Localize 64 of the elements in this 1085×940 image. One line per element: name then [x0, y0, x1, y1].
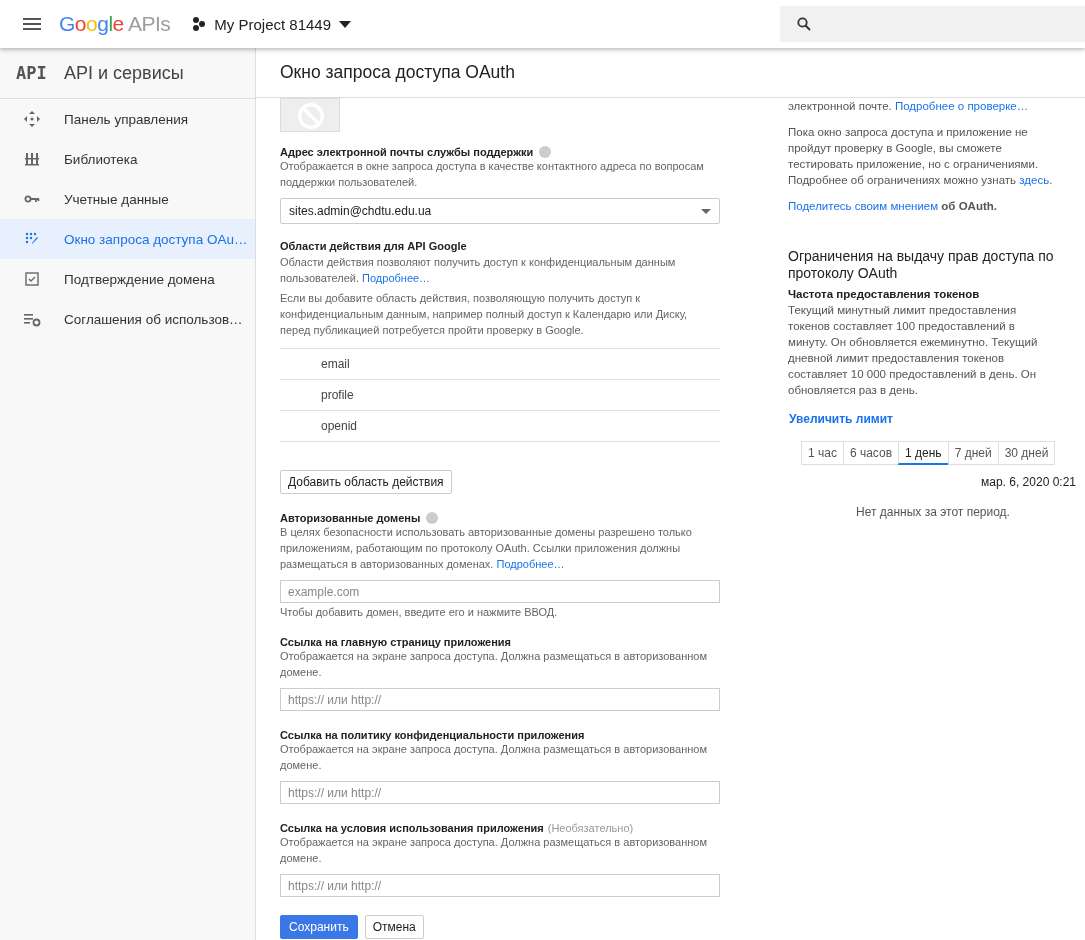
time-range-tab[interactable]: 7 дней: [947, 441, 999, 465]
field-hint: Чтобы добавить домен, введите его и нажмите ВВОД.: [280, 606, 559, 618]
caret-icon: [339, 20, 352, 28]
field-label: Области действия для API Google: [280, 240, 467, 252]
checkbox-icon: [23, 270, 41, 288]
scope-note: Если вы добавите область действия, позволяющую получить доступ к конфиденциальным данным, например полный доступ к Календарю или Диску, перед публикацией потребуется пройти проверку в Google.: [280, 291, 689, 338]
subsection-heading: Частота предоставления токенов: [788, 288, 981, 300]
field-description: Отображается на экране запроса доступа. Должна размещаться в авторизованном домене.: [280, 835, 708, 866]
domain-input-field[interactable]: example.com: [280, 580, 720, 603]
project-selector[interactable]: My Project 81449: [192, 15, 352, 33]
field-description: Отображается в окне запроса доступа в качестве контактного адреса по вопросам поддержки пользователей.: [280, 159, 705, 190]
url-input-field[interactable]: https:// или http://: [280, 874, 720, 897]
scope-name: email: [321, 357, 350, 371]
diamond-dots-icon: [23, 110, 41, 128]
sidebar-item[interactable]: Библиотека: [0, 139, 255, 179]
section-title: API и сервисы: [64, 62, 184, 84]
field-label: Ссылка на условия использования приложения: [280, 822, 544, 834]
increase-limit-link[interactable]: Увеличить лимит: [789, 412, 893, 426]
field-label: Ссылка на главную страницу приложения: [280, 636, 511, 648]
search-icon: [797, 17, 811, 31]
field-label: Адрес электронной почты службы поддержки: [280, 146, 534, 158]
section-heading: Ограничения на выдачу прав доступа по протоколу OAuth: [788, 248, 1055, 282]
field-description: Отображается на экране запроса доступа. Должна размещаться в авторизованном домене.: [280, 649, 708, 680]
optional-note: (Необязательно): [547, 822, 634, 834]
field-label: Авторизованные домены: [280, 512, 421, 524]
time-range-tab[interactable]: 6 часов: [842, 441, 900, 465]
sidebar-item[interactable]: Окно запроса доступа OAu…: [0, 219, 255, 259]
feedback-text: Поделитесь своим мнением об OAuth.: [788, 199, 998, 214]
field-description: В целях безопасности использовать авторизованные домены разрешено только приложениям, работающим по протоколу OAuth. Ссылки приложения должны размещаться в авторизованных доменах. Подробнее…: [280, 525, 693, 572]
field-description: Области действия позволяют получить доступ к конфиденциальным данным пользователей. Подробнее…: [280, 255, 677, 286]
learn-more-link[interactable]: Подробнее…: [362, 272, 431, 284]
timestamp: мар. 6, 2020 0:21: [981, 475, 1076, 489]
project-icon: [192, 17, 207, 31]
menu-icon[interactable]: [23, 18, 41, 30]
sidebar-item[interactable]: Панель управления: [0, 99, 255, 139]
sidebar-item[interactable]: Соглашения об использов…: [0, 299, 255, 339]
time-range-tab[interactable]: 1 день: [898, 441, 949, 465]
cancel-button[interactable]: Отмена: [364, 915, 424, 939]
url-input-field[interactable]: https:// или http://: [280, 781, 720, 804]
rate-description: Текущий минутный лимит предоставления токенов составляет 100 предоставлений в минуту. Он обновляется ежеминутно. Текущий дневной лимит предоставления токенов составляет 10 000 предоставлений в день. Он обновляется раз в день.: [788, 303, 1039, 398]
grid-icon: [23, 150, 41, 168]
sidebar-item[interactable]: Учетные данные: [0, 179, 255, 219]
scope-name: profile: [321, 388, 354, 402]
email-dropdown[interactable]: sites.admin@chdtu.edu.ua: [280, 198, 720, 224]
verification-link[interactable]: Подробнее о проверке…: [894, 100, 1029, 112]
sidebar-item[interactable]: Подтверждение домена: [0, 259, 255, 299]
page-title: Окно запроса доступа OAuth: [280, 62, 515, 83]
url-input-field[interactable]: https:// или http://: [280, 688, 720, 711]
save-button[interactable]: Сохранить: [280, 915, 358, 939]
caret-icon: [701, 208, 711, 214]
info-text: Пока окно запроса доступа и приложение не пройдут проверку в Google, вы сможете тестировать приложение, но с ограничениями. Подробнее об ограничениях можно узнать здесь.: [788, 125, 1054, 188]
time-range-tab[interactable]: 1 час: [801, 441, 844, 465]
google-apis-logo[interactable]: Google APIs: [59, 12, 171, 36]
info-text: электронной почте. Подробнее о проверке…: [788, 99, 1030, 114]
add-scope-button[interactable]: Добавить область действия: [280, 470, 452, 494]
empty-message: Нет данных за этот период.: [856, 505, 1010, 519]
feedback-link[interactable]: Поделитесь своим мнением: [788, 200, 939, 212]
field-description: Отображается на экране запроса доступа. Должна размещаться в авторизованном домене.: [280, 742, 708, 773]
api-logo-icon: API: [16, 63, 64, 83]
learn-more-link[interactable]: Подробнее…: [496, 558, 565, 570]
scope-name: openid: [321, 419, 358, 433]
field-label: Ссылка на политику конфиденциальности приложения: [280, 729, 585, 741]
search-field[interactable]: [780, 6, 1085, 42]
time-range-tab[interactable]: 30 дней: [997, 441, 1056, 465]
